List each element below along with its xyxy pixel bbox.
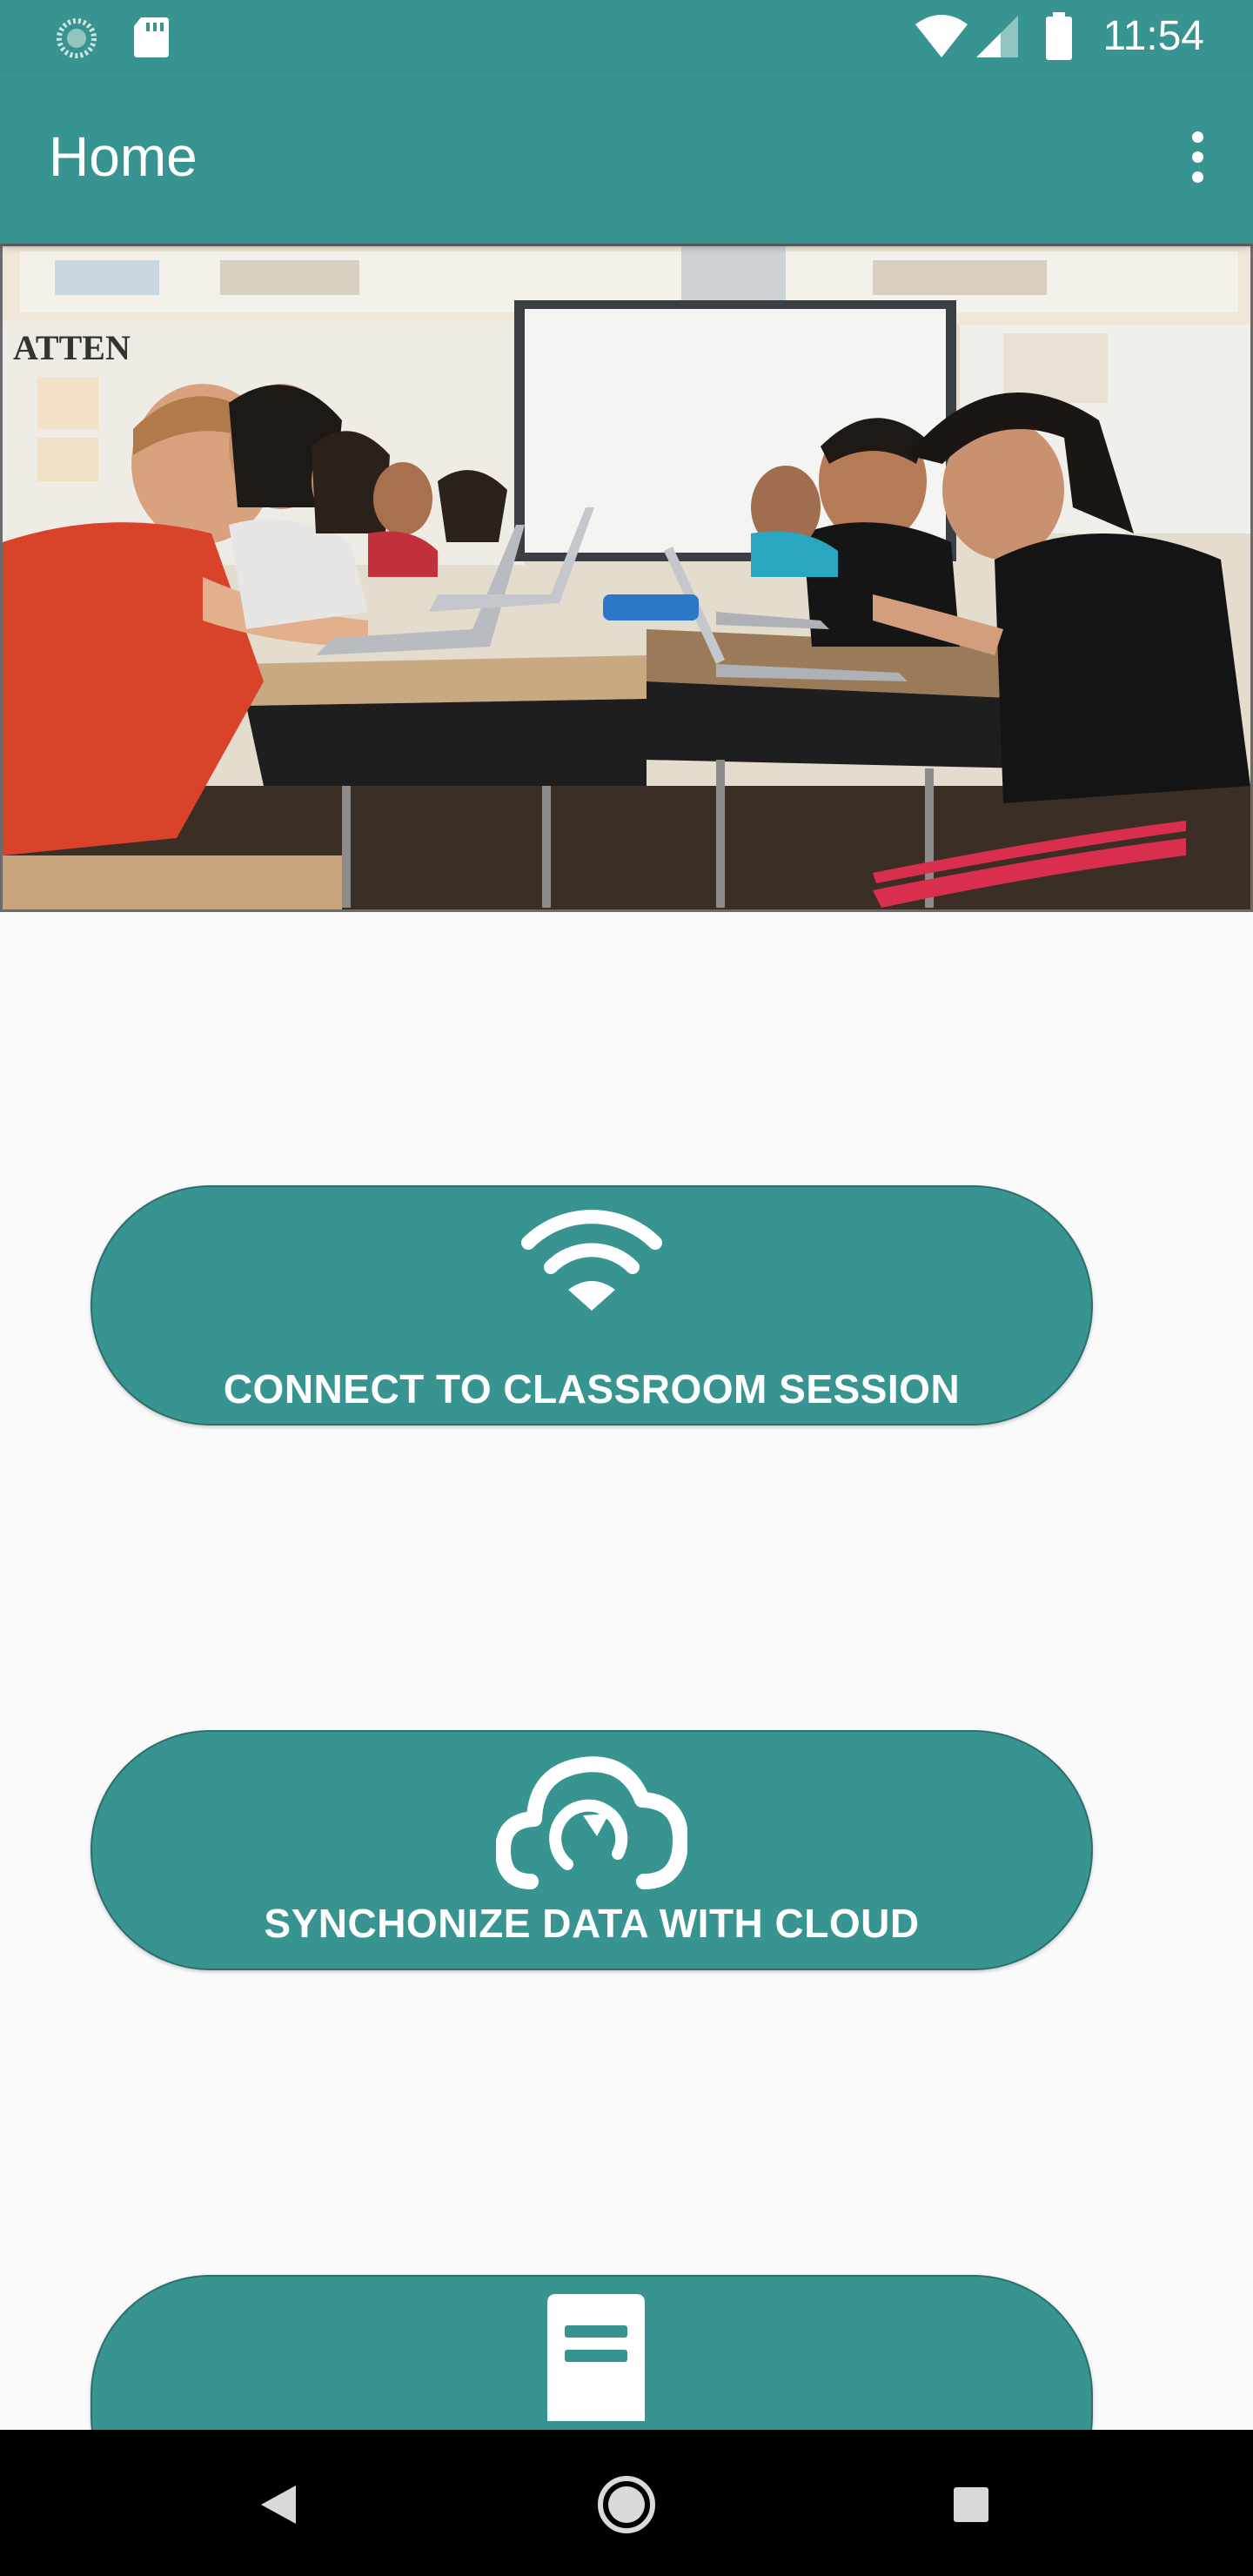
more-vert-icon[interactable] <box>1166 118 1229 195</box>
connect-classroom-button[interactable]: CONNECT TO CLASSROOM SESSION <box>90 1185 1093 1426</box>
sync-cloud-button[interactable]: SYNCHONIZE DATA WITH CLOUD <box>90 1730 1093 1970</box>
sd-card-icon <box>132 16 171 64</box>
status-time: 11:54 <box>1102 13 1204 59</box>
svg-text:ATTEN: ATTEN <box>13 328 131 367</box>
classroom-photo: ATTEN <box>0 244 1253 912</box>
sync-spinner-icon <box>54 16 99 65</box>
home-icon[interactable] <box>590 2468 663 2541</box>
status-bar: 11:54 <box>0 0 1253 73</box>
sync-cloud-label: SYNCHONIZE DATA WITH CLOUD <box>264 1901 920 1946</box>
cell-signal-icon <box>975 16 1020 64</box>
recents-icon[interactable] <box>935 2468 1008 2541</box>
page-title: Home <box>49 125 198 188</box>
wifi-signal-icon <box>914 14 969 64</box>
battery-icon <box>1044 12 1074 65</box>
connect-classroom-label: CONNECT TO CLASSROOM SESSION <box>223 1366 961 1412</box>
home-screen: 11:54 Home ATTEN CONNECT TO CLASSROOM SE… <box>0 0 1253 2576</box>
cloud-sync-icon <box>495 1742 688 1903</box>
wifi-icon <box>518 1201 666 1318</box>
app-bar: Home <box>0 73 1253 244</box>
navigation-bar <box>0 2430 1253 2576</box>
back-icon[interactable] <box>242 2468 315 2541</box>
document-icon <box>535 2291 648 2443</box>
